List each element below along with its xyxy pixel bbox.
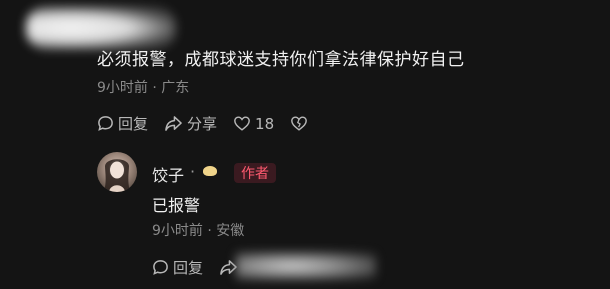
bowl-emoji-icon [203,166,217,176]
blurred-actions [236,252,376,280]
comment-meta: 9小时前 · 广东 [97,80,190,96]
broken-heart-icon [291,116,308,131]
reply-reply-button[interactable]: 回复 [152,257,203,278]
comment-bubble-icon [153,260,168,275]
comment-reply-button[interactable]: 回复 [97,113,148,134]
heart-icon [234,116,250,131]
comment-bubble-icon [98,116,113,131]
comment-share-button[interactable]: 分享 [164,113,217,134]
reply-text: 已报警 [152,196,201,215]
comment-text: 必须报警，成都球迷支持你们拿法律保护好自己 [97,50,465,70]
reply-author-name[interactable]: 饺子 [152,162,184,186]
reply-meta: 9小时前 · 安徽 [152,223,245,239]
blurred-username [26,6,176,50]
reply-label: 回复 [173,259,204,277]
reply-label: 回复 [118,115,149,133]
avatar-image [104,159,130,192]
author-separator: · [190,162,196,181]
comment-like-button[interactable]: 18 [233,115,274,133]
like-count: 18 [255,114,275,133]
author-avatar[interactable] [97,152,137,192]
author-badge: 作者 [234,163,276,183]
comment-dislike-button[interactable] [290,115,312,132]
comment-actions: 回复 分享 18 [97,113,328,134]
share-icon [165,116,182,131]
share-label: 分享 [187,115,218,133]
